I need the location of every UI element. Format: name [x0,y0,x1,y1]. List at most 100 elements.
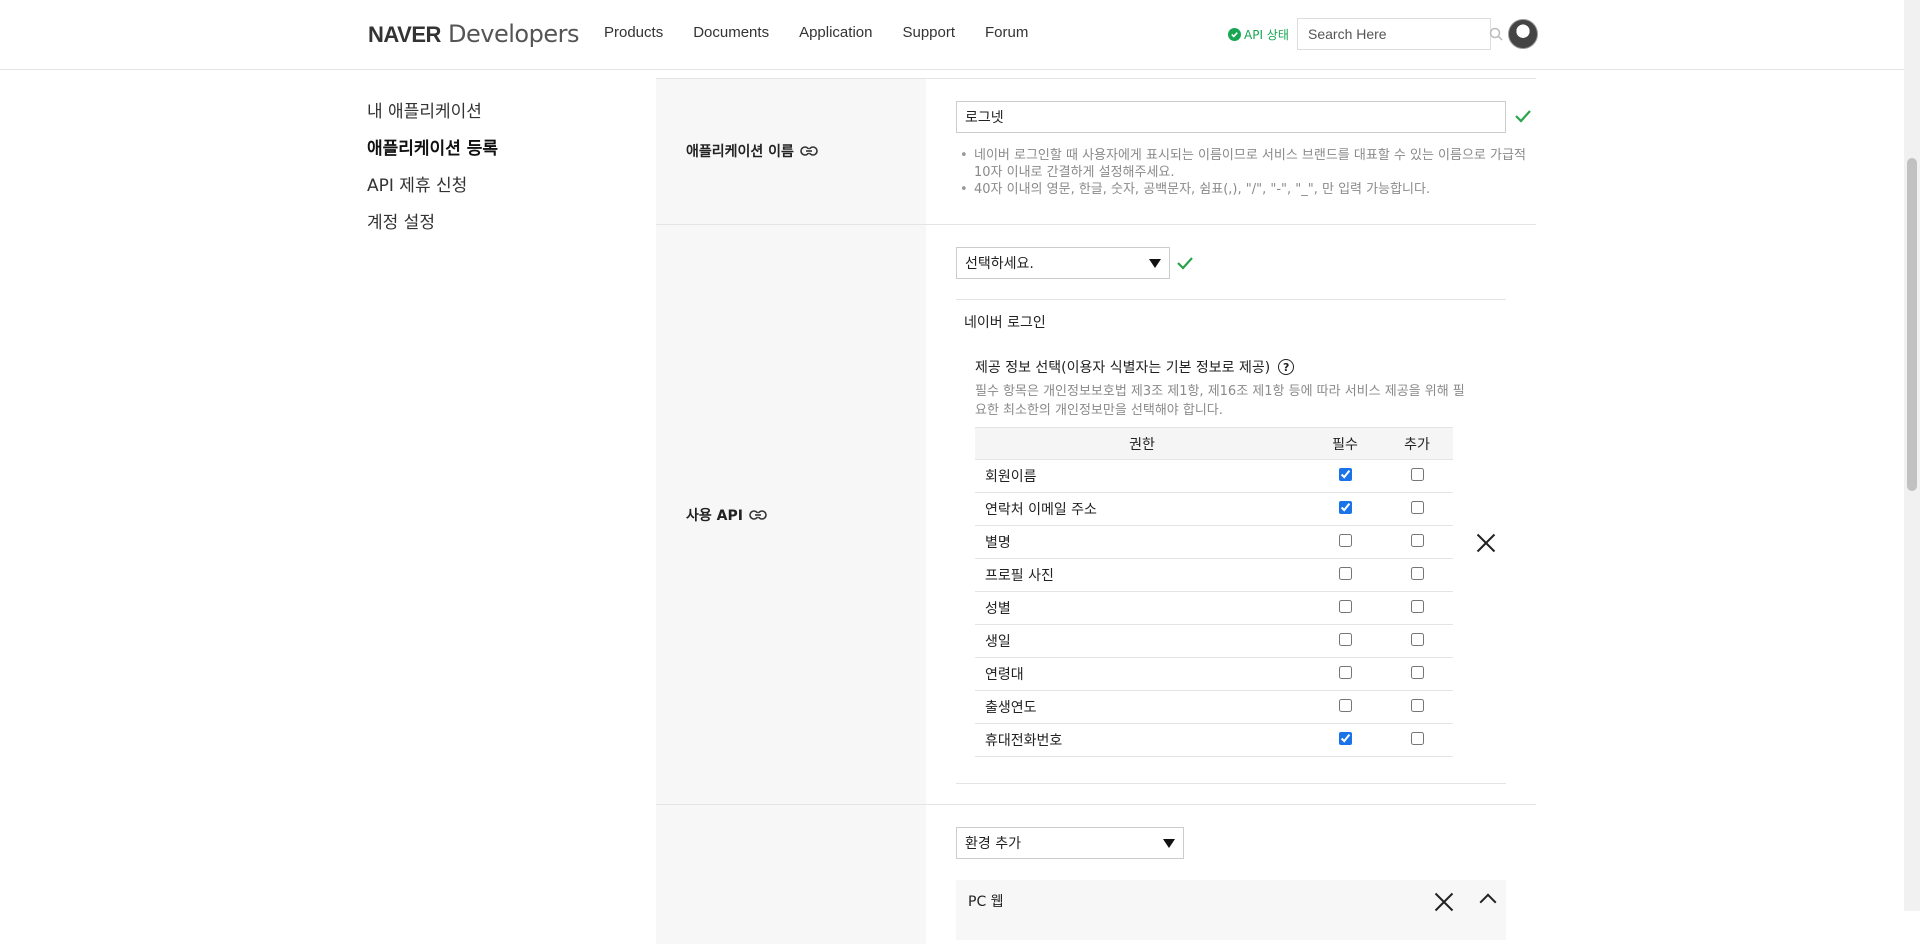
required-checkbox[interactable] [1338,731,1352,745]
required-cell [1309,723,1381,757]
nav-products[interactable]: Products [604,24,663,41]
required-cell [1309,591,1381,625]
help-icon[interactable]: ? [1278,359,1295,375]
sidebar-item-api-partnership[interactable]: API 제휴 신청 [367,172,498,209]
required-checkbox[interactable] [1338,533,1352,547]
required-cell [1309,492,1381,526]
nav-documents[interactable]: Documents [693,24,769,41]
required-cell [1309,690,1381,724]
valid-check-icon [1515,110,1531,123]
optional-checkbox[interactable] [1410,533,1424,547]
optional-checkbox[interactable] [1410,665,1424,679]
nav-application[interactable]: Application [799,24,872,41]
scrollbar-thumb[interactable] [1907,158,1917,491]
optional-cell [1381,624,1453,658]
search-icon[interactable] [1489,27,1503,41]
permission-row: 별명 [975,525,1453,559]
info-select-title: 제공 정보 선택(이용자 식별자는 기본 정보로 제공) ? [975,357,1295,377]
hint-item: 40자 이내의 영문, 한글, 숫자, 공백문자, 쉼표(,), "/", "-… [958,181,1528,198]
permission-row: 휴대전화번호 [975,723,1453,757]
required-checkbox[interactable] [1338,566,1352,580]
info-select-desc: 필수 항목은 개인정보보호법 제3조 제1항, 제16조 제1항 등에 따라 서… [975,384,1465,418]
permission-table: 권한 필수 추가 회원이름 연락처 이메일 주소 별명 프로필 사진 성별 생일 연령대 출생… [975,427,1453,757]
optional-cell [1381,558,1453,592]
required-cell [1309,459,1381,493]
permission-name: 생일 [975,624,1309,658]
api-section-title: 네이버 로그인 [964,315,1046,331]
optional-checkbox[interactable] [1410,632,1424,646]
main-nav: Products Documents Application Support F… [604,24,1028,41]
optional-cell [1381,591,1453,625]
required-checkbox[interactable] [1338,632,1352,646]
required-cell [1309,525,1381,559]
link-icon[interactable] [800,146,818,156]
app-name-row: 애플리케이션 이름 네이버 로그인할 때 사용자에게 표시되는 이름이므로 서비… [656,78,1536,224]
optional-checkbox[interactable] [1410,599,1424,613]
page-scrollbar[interactable] [1904,0,1920,911]
required-cell [1309,624,1381,658]
link-icon[interactable] [749,510,767,520]
permission-rows: 회원이름 연락처 이메일 주소 별명 프로필 사진 성별 생일 연령대 출생연도 휴대전화번호 [975,459,1453,757]
user-avatar[interactable] [1508,19,1538,49]
top-header: NAVER Developers Products Documents Appl… [0,0,1904,70]
info-select-title-text: 제공 정보 선택(이용자 식별자는 기본 정보로 제공) [975,360,1271,376]
sidebar: 내 애플리케이션 애플리케이션 등록 API 제휴 신청 계정 설정 [367,98,498,246]
api-status-label: API 상태 [1244,28,1289,42]
optional-checkbox[interactable] [1410,731,1424,745]
naver-login-box: 네이버 로그인 제공 정보 선택(이용자 식별자는 기본 정보로 제공) ? 필… [956,299,1506,784]
permission-row: 프로필 사진 [975,558,1453,592]
env-select-value: 환경 추가 [965,836,1021,852]
required-cell [1309,657,1381,691]
sidebar-item-register-app[interactable]: 애플리케이션 등록 [367,135,498,172]
required-checkbox[interactable] [1338,665,1352,679]
remove-env-close-icon[interactable] [1434,892,1454,912]
valid-check-icon [1177,257,1193,270]
env-pc-web-box: PC 웹 [956,880,1506,940]
permission-name: 회원이름 [975,459,1309,493]
permission-name: 연령대 [975,657,1309,691]
permission-name: 휴대전화번호 [975,723,1309,757]
sidebar-item-account-settings[interactable]: 계정 설정 [367,209,498,246]
app-name-input[interactable] [956,101,1506,133]
optional-cell [1381,723,1453,757]
app-name-label-text: 애플리케이션 이름 [686,144,794,160]
optional-checkbox[interactable] [1410,566,1424,580]
dropdown-arrow-icon [1149,258,1161,268]
api-label-text: 사용 API [686,508,743,524]
api-status-link[interactable]: API 상태 [1228,26,1289,43]
sidebar-item-my-apps[interactable]: 내 애플리케이션 [367,98,498,135]
chevron-up-icon[interactable] [1479,893,1497,911]
permission-row: 회원이름 [975,459,1453,493]
permission-row: 연령대 [975,657,1453,691]
required-cell [1309,558,1381,592]
label-column [656,805,926,944]
naver-developers-logo[interactable]: NAVER Developers [368,20,579,48]
permission-name: 출생연도 [975,690,1309,724]
required-checkbox[interactable] [1338,467,1352,481]
logo-suffix: Developers [440,20,579,48]
required-checkbox[interactable] [1338,500,1352,514]
permission-name: 프로필 사진 [975,558,1309,592]
permission-name: 별명 [975,525,1309,559]
permission-name: 성별 [975,591,1309,625]
required-checkbox[interactable] [1338,599,1352,613]
optional-checkbox[interactable] [1410,698,1424,712]
required-checkbox[interactable] [1338,698,1352,712]
api-label: 사용 API [686,505,767,525]
nav-forum[interactable]: Forum [985,24,1028,41]
dropdown-arrow-icon [1163,838,1175,848]
api-row: 사용 API 선택하세요. 네이버 로그인 제공 정보 선택(이용자 식별자는 … [656,224,1536,804]
col-permission: 권한 [975,427,1309,460]
api-select[interactable]: 선택하세요. [956,247,1170,279]
col-required: 필수 [1309,427,1381,460]
nav-support[interactable]: Support [902,24,955,41]
env-select[interactable]: 환경 추가 [956,827,1184,859]
app-name-label: 애플리케이션 이름 [686,141,818,161]
search-box [1297,18,1503,50]
optional-cell [1381,459,1453,493]
search-input[interactable] [1298,19,1489,49]
remove-api-close-icon[interactable] [1476,533,1496,553]
optional-cell [1381,525,1453,559]
optional-checkbox[interactable] [1410,500,1424,514]
optional-checkbox[interactable] [1410,467,1424,481]
